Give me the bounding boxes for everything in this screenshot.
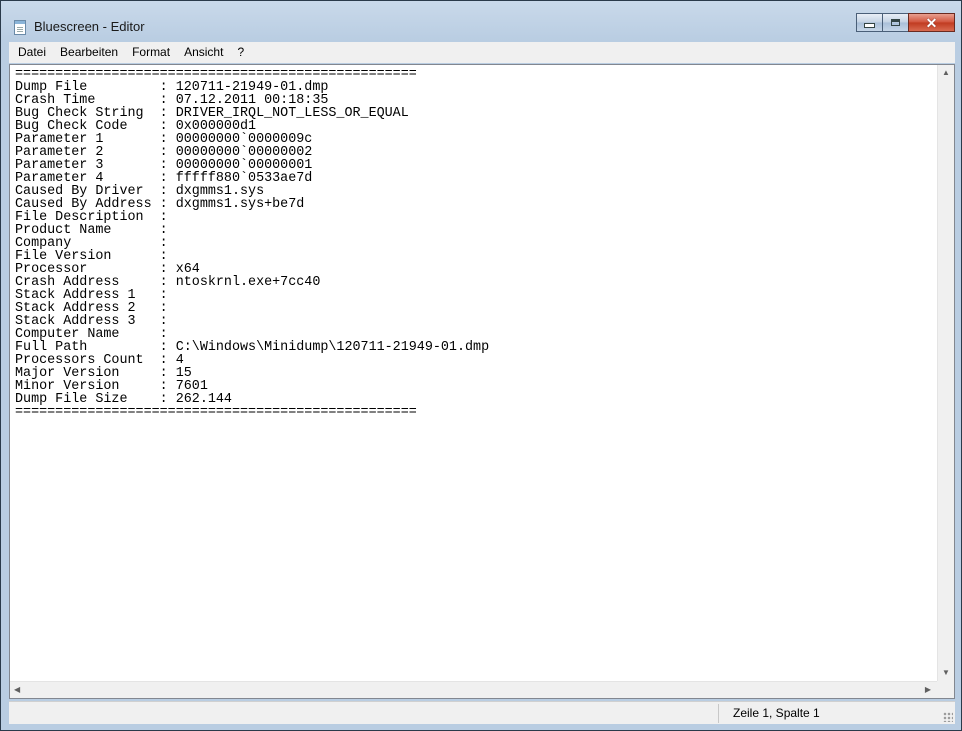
scroll-right-icon[interactable]: ▶ — [925, 686, 931, 694]
close-icon: ✕ — [925, 14, 938, 31]
status-bar: Zeile 1, Spalte 1 — [9, 701, 955, 724]
window-controls: ✕ — [856, 13, 955, 33]
text-editor[interactable]: ========================================… — [9, 64, 955, 699]
menu-datei[interactable]: Datei — [9, 42, 53, 63]
scroll-up-icon[interactable]: ▲ — [942, 69, 950, 77]
horizontal-scrollbar[interactable]: ◀ ▶ — [10, 681, 937, 698]
scroll-down-icon[interactable]: ▼ — [942, 669, 950, 677]
scrollbar-corner — [937, 681, 954, 698]
menu-help[interactable]: ? — [230, 42, 251, 63]
menu-ansicht[interactable]: Ansicht — [177, 42, 230, 63]
maximize-icon — [891, 19, 900, 26]
editor-content[interactable]: ========================================… — [15, 68, 489, 419]
notepad-icon[interactable] — [14, 20, 26, 35]
scroll-left-icon[interactable]: ◀ — [14, 686, 20, 694]
maximize-button[interactable] — [882, 13, 909, 32]
title-bar[interactable]: Bluescreen - Editor ✕ — [1, 1, 961, 41]
notepad-window: Bluescreen - Editor ✕ Datei Bearbeiten F… — [0, 0, 962, 731]
cursor-position: Zeile 1, Spalte 1 — [733, 706, 820, 720]
menu-format[interactable]: Format — [125, 42, 177, 63]
resize-grip-icon[interactable] — [943, 712, 953, 722]
menu-bearbeiten[interactable]: Bearbeiten — [53, 42, 125, 63]
menu-bar: Datei Bearbeiten Format Ansicht ? — [9, 42, 955, 63]
minimize-button[interactable] — [856, 13, 883, 32]
status-divider — [718, 704, 719, 723]
vertical-scrollbar[interactable]: ▲ ▼ — [937, 65, 954, 681]
window-title: Bluescreen - Editor — [34, 19, 145, 34]
minimize-icon — [864, 23, 875, 28]
close-button[interactable]: ✕ — [908, 13, 955, 32]
